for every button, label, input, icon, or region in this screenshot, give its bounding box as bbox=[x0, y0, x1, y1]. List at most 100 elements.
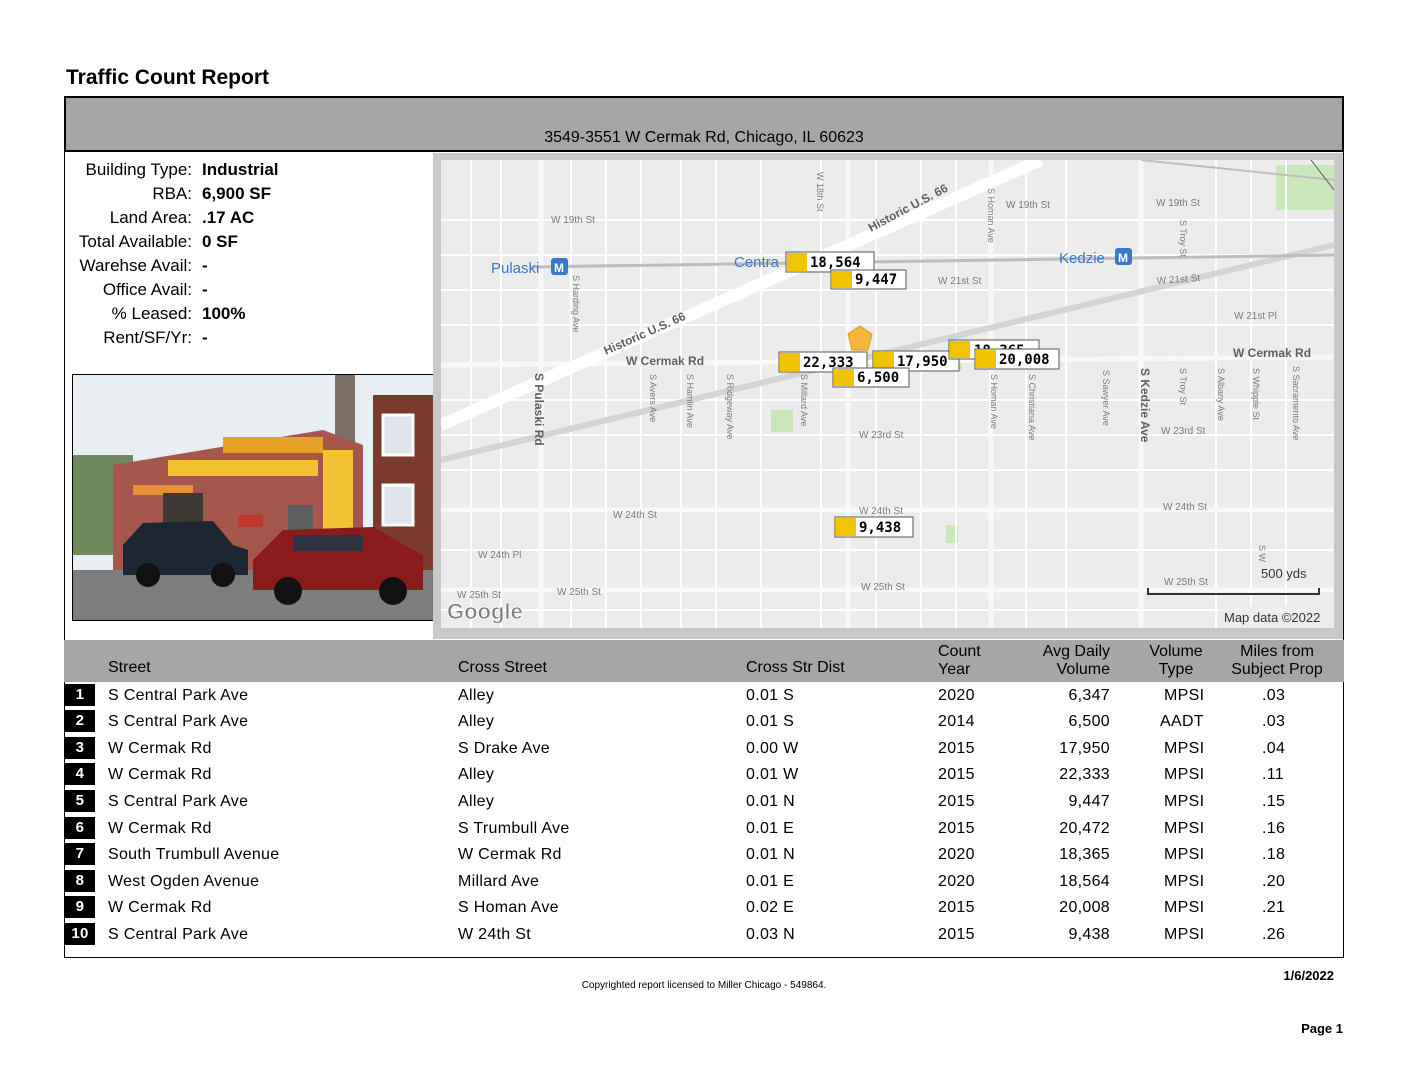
col-avg-daily: Avg Daily Volume bbox=[1010, 643, 1110, 679]
cell-cross-dist: 0.01 N bbox=[746, 846, 795, 863]
count-label: 20,008 bbox=[999, 352, 1050, 368]
cell-year: 2020 bbox=[938, 687, 975, 704]
map-label: S W bbox=[1257, 545, 1267, 563]
row-number: 5 bbox=[65, 790, 95, 812]
col-header-line: Subject Prop bbox=[1231, 661, 1323, 678]
cell-year: 2015 bbox=[938, 793, 975, 810]
map-label: S Sawyer Ave bbox=[1101, 370, 1111, 426]
map-label: S Harding Ave bbox=[571, 275, 581, 332]
detail-label: Rent/SF/Yr: bbox=[103, 328, 192, 347]
detail-rba: RBA: 6,900 SF bbox=[66, 184, 436, 208]
detail-value: 0 SF bbox=[202, 232, 238, 251]
cell-street: West Ogden Avenue bbox=[108, 873, 260, 890]
map-label: S Homan Ave bbox=[989, 374, 999, 429]
page-number: Page 1 bbox=[1301, 1021, 1343, 1036]
map-label: W 24th St bbox=[613, 510, 657, 521]
detail-value: - bbox=[202, 328, 208, 347]
copyright-notice: Copyrighted report licensed to Miller Ch… bbox=[581, 980, 827, 991]
col-header-line: Avg Daily bbox=[1042, 643, 1110, 660]
map-label: W 24th St bbox=[859, 506, 903, 517]
map-label: S Hamlin Ave bbox=[685, 374, 695, 428]
col-street: Street bbox=[108, 659, 151, 676]
detail-label: Total Available: bbox=[78, 232, 192, 251]
map-label: W 25th St bbox=[861, 582, 905, 593]
count-label: 6,500 bbox=[857, 370, 899, 386]
map-label: S Troy St bbox=[1178, 368, 1188, 406]
detail-label: Building Type: bbox=[85, 160, 192, 179]
table-row: 6 W Cermak Rd S Trumbull Ave 0.01 E 2015… bbox=[64, 817, 1344, 843]
cell-volume: 9,438 bbox=[1068, 926, 1110, 943]
cell-type: MPSI bbox=[1164, 766, 1205, 783]
car-icon bbox=[832, 271, 852, 288]
table-row: 9 W Cermak Rd S Homan Ave 0.02 E 2015 20… bbox=[64, 896, 1344, 922]
detail-label: Office Avail: bbox=[102, 280, 192, 299]
cell-street: S Central Park Ave bbox=[108, 687, 249, 704]
detail-value: - bbox=[202, 256, 208, 275]
map-label: S Pulaski Rd bbox=[532, 373, 546, 446]
table-row: 8 West Ogden Avenue Millard Ave 0.01 E 2… bbox=[64, 870, 1344, 896]
map-label: W 25th St bbox=[557, 587, 601, 598]
row-number: 6 bbox=[65, 817, 95, 839]
cell-cross-dist: 0.01 W bbox=[746, 766, 799, 783]
map-label: S Kedzie Ave bbox=[1138, 368, 1152, 443]
property-address: 3549-3551 W Cermak Rd, Chicago, IL 60623 bbox=[544, 129, 864, 146]
col-cross-dist: Cross Str Dist bbox=[746, 659, 845, 676]
station-central: Centra bbox=[734, 254, 780, 271]
detail-value: Industrial bbox=[202, 160, 279, 179]
cell-miles: .18 bbox=[1262, 846, 1286, 863]
table-row: 1 S Central Park Ave Alley 0.01 S 2020 6… bbox=[64, 684, 1344, 710]
cell-cross-dist: 0.00 W bbox=[746, 740, 799, 757]
cell-cross-dist: 0.01 E bbox=[746, 820, 795, 837]
cell-year: 2020 bbox=[938, 846, 975, 863]
row-number: 3 bbox=[65, 737, 95, 759]
detail-total-available: Total Available: 0 SF bbox=[66, 232, 436, 256]
address-header: 3549-3551 W Cermak Rd, Chicago, IL 60623 bbox=[64, 96, 1344, 152]
scale-label: 500 yds bbox=[1261, 566, 1307, 581]
cell-cross-street: W Cermak Rd bbox=[458, 846, 562, 863]
detail-building-type: Building Type: Industrial bbox=[66, 160, 436, 184]
cell-volume: 18,365 bbox=[1059, 846, 1110, 863]
traffic-count-marker[interactable]: 20,008 bbox=[974, 348, 1060, 370]
cell-cross-dist: 0.01 S bbox=[746, 687, 795, 704]
cell-volume: 6,500 bbox=[1068, 713, 1110, 730]
map-label: W 24th St bbox=[1163, 502, 1207, 513]
detail-label: % Leased: bbox=[111, 304, 192, 323]
row-number: 9 bbox=[65, 896, 95, 918]
cell-type: MPSI bbox=[1164, 687, 1205, 704]
detail-rent: Rent/SF/Yr: - bbox=[66, 328, 436, 352]
map-label: W Cermak Rd bbox=[1233, 346, 1311, 360]
cell-street: South Trumbull Avenue bbox=[108, 846, 280, 863]
traffic-count-marker[interactable]: 6,500 bbox=[832, 367, 910, 388]
row-number: 8 bbox=[65, 870, 95, 892]
report-title: Traffic Count Report bbox=[66, 66, 269, 89]
cell-cross-street: Millard Ave bbox=[458, 873, 540, 890]
cell-type: MPSI bbox=[1164, 740, 1205, 757]
cell-year: 2014 bbox=[938, 713, 975, 730]
station-pulaski: Pulaski bbox=[491, 260, 539, 277]
traffic-map[interactable]: W 19th St W 19th St W 19th St W 21st St … bbox=[441, 160, 1334, 628]
cell-year: 2015 bbox=[938, 820, 975, 837]
map-label: W Cermak Rd bbox=[626, 354, 704, 368]
cell-year: 2015 bbox=[938, 899, 975, 916]
col-header-line: Count bbox=[938, 643, 981, 660]
cell-miles: .04 bbox=[1262, 740, 1286, 757]
map-label: S Whipple St bbox=[1251, 368, 1261, 421]
transit-icon-label: M bbox=[554, 261, 564, 275]
detail-value: 100% bbox=[202, 304, 246, 323]
map-attribution[interactable]: Map data ©2022 bbox=[1224, 610, 1320, 625]
map-label: W 21st Pl bbox=[1234, 311, 1277, 322]
count-label: 9,447 bbox=[855, 272, 897, 288]
cell-type: MPSI bbox=[1164, 793, 1205, 810]
cell-miles: .16 bbox=[1262, 820, 1286, 837]
cell-miles: .20 bbox=[1262, 873, 1286, 890]
traffic-count-marker[interactable]: 9,447 bbox=[830, 269, 907, 290]
traffic-count-marker[interactable]: 9,438 bbox=[834, 516, 914, 538]
cell-street: W Cermak Rd bbox=[108, 820, 212, 837]
cell-cross-street: W 24th St bbox=[458, 926, 531, 943]
cell-miles: .11 bbox=[1262, 766, 1284, 783]
traffic-count-marker[interactable]: 18,564 bbox=[785, 251, 875, 273]
map-label: W 18th St bbox=[815, 172, 825, 212]
cell-volume: 6,347 bbox=[1068, 687, 1110, 704]
row-number: 1 bbox=[65, 684, 95, 706]
cell-street: S Central Park Ave bbox=[108, 713, 249, 730]
